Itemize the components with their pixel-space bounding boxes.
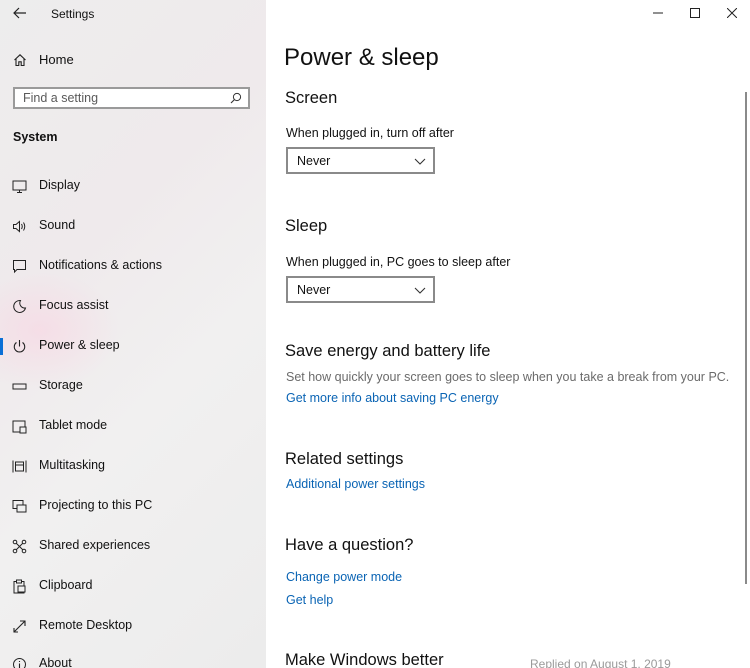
additional-power-settings-link[interactable]: Additional power settings — [286, 477, 425, 491]
back-arrow-icon — [13, 7, 26, 19]
sidebar-item-remote-desktop[interactable]: Remote Desktop — [0, 612, 266, 640]
sidebar-item-clipboard[interactable]: Clipboard — [0, 572, 266, 600]
sidebar-item-label: Home — [39, 52, 74, 67]
get-help-link[interactable]: Get help — [286, 593, 333, 607]
sidebar-item-about[interactable]: About — [0, 650, 266, 668]
titlebar: Settings — [0, 0, 266, 28]
screen-heading: Screen — [285, 89, 338, 107]
close-icon — [726, 8, 737, 18]
sidebar-item-label: Focus assist — [39, 298, 109, 312]
maximize-icon — [689, 8, 700, 18]
about-icon — [13, 658, 26, 668]
minimize-button[interactable] — [639, 0, 676, 26]
sleep-heading: Sleep — [285, 217, 328, 235]
question-heading: Have a question? — [285, 536, 414, 554]
save-energy-description: Set how quickly your screen goes to slee… — [286, 370, 730, 384]
sidebar-item-sound[interactable]: Sound — [0, 212, 266, 240]
sidebar-item-label: About — [39, 656, 72, 668]
search-icon — [230, 92, 242, 104]
minimize-icon — [652, 12, 663, 14]
change-power-mode-link[interactable]: Change power mode — [286, 570, 402, 584]
window-controls — [639, 0, 750, 28]
chevron-down-icon — [414, 287, 426, 294]
app-title: Settings — [51, 7, 95, 21]
back-button[interactable] — [10, 4, 30, 22]
chevron-down-icon — [414, 158, 426, 165]
sidebar-item-label: Display — [39, 178, 80, 192]
save-energy-info-link[interactable]: Get more info about saving PC energy — [286, 391, 499, 405]
sidebar-item-display[interactable]: Display — [0, 172, 266, 200]
sidebar-item-label: Notifications & actions — [39, 258, 162, 272]
make-better-heading: Make Windows better — [285, 651, 444, 668]
main-content: Power & sleep Screen When plugged in, tu… — [266, 0, 750, 668]
sidebar-item-label: Clipboard — [39, 578, 93, 592]
page-title: Power & sleep — [284, 44, 439, 71]
sidebar-item-label: Storage — [39, 378, 83, 392]
multitasking-icon — [12, 460, 27, 473]
sidebar-item-projecting[interactable]: Projecting to this PC — [0, 492, 266, 520]
settings-window: Settings Home System Display — [0, 0, 750, 668]
reply-footer-text: Replied on August 1, 2019 — [530, 657, 671, 668]
scrollbar[interactable] — [745, 92, 747, 584]
sidebar-item-power-sleep[interactable]: Power & sleep — [0, 332, 266, 360]
remote-desktop-icon — [13, 620, 26, 633]
sidebar: Settings Home System Display — [0, 0, 266, 668]
sidebar-item-label: Remote Desktop — [39, 618, 133, 632]
search-input[interactable] — [23, 90, 223, 106]
related-settings-heading: Related settings — [285, 450, 404, 468]
clipboard-icon — [13, 579, 26, 594]
display-icon — [12, 180, 27, 193]
sidebar-item-label: Projecting to this PC — [39, 498, 153, 512]
sidebar-item-label: Power & sleep — [39, 338, 120, 352]
sleep-setting-label: When plugged in, PC goes to sleep after — [286, 255, 511, 269]
sidebar-item-multitasking[interactable]: Multitasking — [0, 452, 266, 480]
focus-assist-icon — [13, 299, 27, 313]
shared-experiences-icon — [12, 539, 27, 554]
screen-setting-label: When plugged in, turn off after — [286, 126, 454, 140]
sidebar-item-notifications[interactable]: Notifications & actions — [0, 252, 266, 280]
tablet-mode-icon — [12, 420, 27, 434]
dropdown-value: Never — [297, 154, 331, 168]
sidebar-item-home[interactable]: Home — [0, 48, 266, 72]
sidebar-item-label: Shared experiences — [39, 538, 151, 552]
screen-timeout-dropdown[interactable]: Never — [286, 147, 435, 174]
sidebar-item-label: Multitasking — [39, 458, 105, 472]
sidebar-item-label: Tablet mode — [39, 418, 108, 432]
section-header-system: System — [13, 130, 58, 144]
close-button[interactable] — [713, 0, 750, 26]
sidebar-item-shared-experiences[interactable]: Shared experiences — [0, 532, 266, 560]
sidebar-item-tablet-mode[interactable]: Tablet mode — [0, 412, 266, 440]
storage-icon — [12, 383, 27, 390]
save-energy-heading: Save energy and battery life — [285, 342, 491, 360]
projecting-icon — [12, 500, 27, 513]
home-icon — [14, 54, 26, 67]
notifications-icon — [13, 260, 26, 274]
sidebar-item-label: Sound — [39, 218, 76, 232]
sidebar-item-focus-assist[interactable]: Focus assist — [0, 292, 266, 320]
search-box[interactable] — [13, 87, 250, 109]
sound-icon — [13, 220, 26, 233]
maximize-button[interactable] — [676, 0, 713, 26]
dropdown-value: Never — [297, 283, 331, 297]
power-icon — [13, 340, 26, 353]
sidebar-item-storage[interactable]: Storage — [0, 372, 266, 400]
sleep-timeout-dropdown[interactable]: Never — [286, 276, 435, 303]
